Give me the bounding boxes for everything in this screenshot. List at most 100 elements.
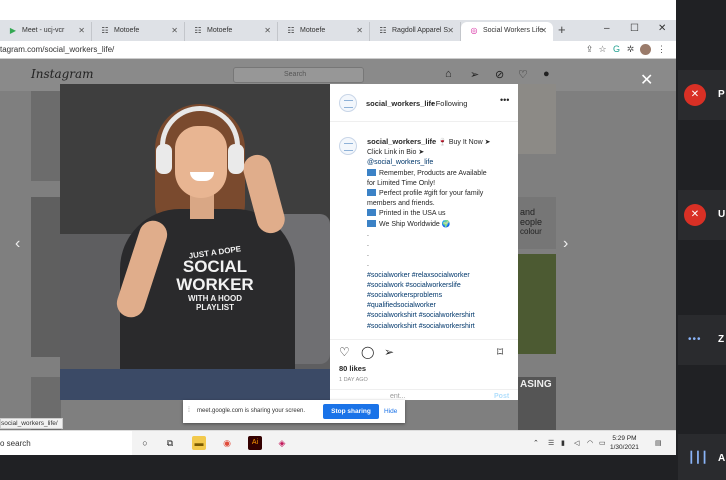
following-label[interactable]: • Following <box>431 99 467 108</box>
more-icon[interactable]: ••• <box>500 95 509 105</box>
caption-link[interactable]: #qualifiedsocialworker <box>367 302 436 309</box>
star-icon[interactable]: ☆ <box>597 44 608 55</box>
chrome-icon[interactable]: ◉ <box>220 436 234 450</box>
comment-input[interactable]: ent... <box>390 393 406 400</box>
keyboard-icon[interactable]: ▭ <box>599 439 606 447</box>
likes-count[interactable]: 80 likes <box>339 364 366 373</box>
wifi-icon[interactable]: ◠ <box>587 439 593 447</box>
caption-text: Remember, Products are Available <box>379 169 487 177</box>
motoefe-icon: ☷ <box>287 26 295 35</box>
battery-icon[interactable]: ▮ <box>561 439 565 447</box>
bookmark-icon[interactable]: ⌑ <box>497 345 503 359</box>
participant-tile[interactable]: ✕ P <box>678 70 726 120</box>
explore-icon[interactable]: ⊘ <box>495 68 504 81</box>
menu-icon[interactable]: ⋮ <box>656 44 667 55</box>
close-icon[interactable]: ✕ <box>264 26 271 35</box>
grid-tile[interactable]: ASING <box>518 377 556 430</box>
comment-icon[interactable]: ◯ <box>361 345 374 359</box>
participant-tile[interactable]: ✕ U <box>678 190 726 240</box>
tab-meet[interactable]: ▶ Meet - ucj-vcr ✕ <box>0 22 92 41</box>
tab-label: Motoefe <box>300 27 326 34</box>
tab-label: Ragdoll Apparel S <box>392 27 449 34</box>
caption-link[interactable]: #socialworkshirt #socialworkershirt <box>367 323 475 330</box>
caption-link[interactable]: @social_workers_life <box>367 159 433 166</box>
caption-line: . <box>367 260 507 270</box>
grid-tile[interactable] <box>31 197 61 357</box>
home-icon[interactable]: ⌂ <box>445 68 452 80</box>
grid-tile[interactable] <box>518 254 556 354</box>
post-image[interactable]: JUST A DOPE SOCIAL WORKER WITH A HOOD PL… <box>60 84 330 400</box>
caption-link[interactable]: #socialworkersproblems <box>367 292 442 299</box>
grid-tile[interactable]: and eople colour <box>518 197 556 249</box>
direct-icon[interactable]: ➢ <box>470 68 479 81</box>
grid-tile[interactable] <box>518 84 556 154</box>
close-icon[interactable]: ✕ <box>540 26 547 35</box>
stop-sharing-button[interactable]: Stop sharing <box>323 404 379 419</box>
avatar[interactable] <box>339 137 357 155</box>
cortana-icon[interactable]: ○ <box>138 436 152 450</box>
caption-line: #socialwork #socialworkerslife <box>367 281 507 291</box>
network-icon[interactable]: ☰ <box>548 439 554 447</box>
speaker-icon[interactable]: ◁ <box>574 439 579 447</box>
caption-line: Perfect profile #gift for your family <box>367 189 507 199</box>
caption-link[interactable]: #socialwork #socialworkerslife <box>367 282 461 289</box>
chevron-left-icon[interactable]: ‹ <box>15 235 20 253</box>
motoefe-icon: ☷ <box>379 26 387 35</box>
illustrator-icon[interactable]: Ai <box>248 436 262 450</box>
window-close-button[interactable]: ✕ <box>658 23 666 34</box>
maximize-button[interactable]: ☐ <box>630 23 639 34</box>
avatar[interactable]: ● <box>543 68 550 80</box>
close-icon[interactable]: ✕ <box>640 70 653 90</box>
caption: social_workers_life 🍷 Buy It Now ➤ Click… <box>367 137 507 332</box>
minimize-button[interactable]: – <box>604 23 610 34</box>
chevron-up-icon[interactable]: ⌃ <box>533 439 539 447</box>
caption-body: Click Link in Bio ➤ @social_workers_life R… <box>367 148 507 332</box>
drag-handle-icon[interactable]: ⁞ <box>188 407 190 414</box>
tab-ragdoll[interactable]: ☷ Ragdoll Apparel S ✕ <box>370 22 461 41</box>
comment-row: ent... Post <box>330 389 518 400</box>
avatar[interactable] <box>339 94 357 112</box>
clock[interactable]: 5:29 PM 1/30/2021 <box>610 434 639 452</box>
notification-icon[interactable]: ▤ <box>655 439 662 447</box>
checkbox-emoji-icon <box>367 168 376 176</box>
url-field[interactable]: tagram.com/social_workers_life/ <box>0 45 114 54</box>
caption-link[interactable]: #socialworkshirt #socialworkershirt <box>367 312 475 319</box>
jeans <box>60 369 330 400</box>
tab-motoefe-1[interactable]: ☷ Motoefe ✕ <box>92 22 185 41</box>
heart-icon[interactable]: ♡ <box>518 68 528 81</box>
participant-tile[interactable]: ┃┃┃ A <box>678 434 726 480</box>
caption-text: . <box>367 251 369 259</box>
tab-motoefe-3[interactable]: ☷ Motoefe ✕ <box>278 22 370 41</box>
file-explorer-icon[interactable]: ▬ <box>192 436 206 450</box>
participant-tile[interactable]: ••• Z <box>678 315 726 365</box>
post-button[interactable]: Post <box>494 393 509 400</box>
share-icon[interactable]: ➢ <box>384 345 394 359</box>
chevron-right-icon[interactable]: › <box>563 235 568 253</box>
close-icon[interactable]: ✕ <box>78 26 85 35</box>
close-icon[interactable]: ✕ <box>171 26 178 35</box>
status-url: social_workers_life/ <box>0 418 63 429</box>
new-tab-button[interactable]: + <box>558 22 566 37</box>
close-icon[interactable]: ✕ <box>356 26 363 35</box>
username[interactable]: social_workers_life <box>366 99 435 108</box>
instagram-logo[interactable]: Instagram <box>31 67 94 81</box>
heart-icon[interactable]: ♡ <box>339 345 350 359</box>
caption-line: #qualifiedsocialworker <box>367 301 507 311</box>
tab-motoefe-2[interactable]: ☷ Motoefe ✕ <box>185 22 278 41</box>
caption-link[interactable]: #socialworker #relaxsocialworker <box>367 272 470 279</box>
avatar[interactable] <box>640 44 651 55</box>
extension-icon[interactable]: G <box>611 44 622 55</box>
task-view-icon[interactable]: ⧉ <box>163 436 177 450</box>
caption-line: . <box>367 230 507 240</box>
app-icon[interactable]: ◈ <box>275 436 289 450</box>
puzzle-icon[interactable]: ✲ <box>625 44 636 55</box>
search-input[interactable]: Search <box>233 67 364 83</box>
tab-instagram[interactable]: ◎ Social Workers Life ✕ <box>461 22 553 41</box>
grid-tile[interactable] <box>31 91 61 181</box>
hide-button[interactable]: Hide <box>384 408 397 415</box>
share-icon[interactable]: ⇪ <box>584 44 595 55</box>
timestamp[interactable]: 1 DAY AGO <box>339 377 368 383</box>
search-input[interactable]: o search <box>0 431 132 455</box>
close-icon[interactable]: ✕ <box>447 26 454 35</box>
username[interactable]: social_workers_life <box>367 137 436 146</box>
